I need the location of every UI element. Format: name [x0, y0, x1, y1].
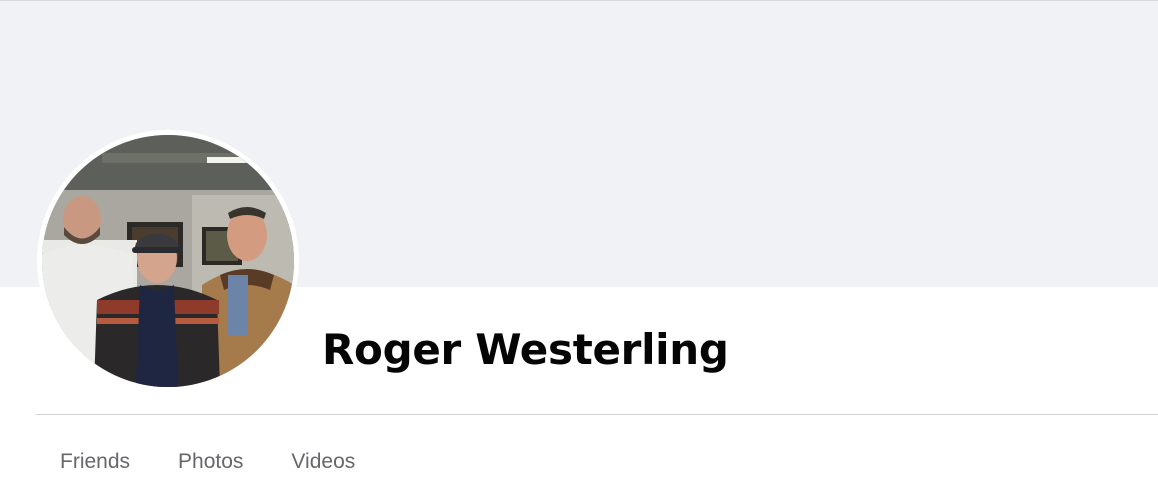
profile-name: Roger Westerling — [322, 325, 729, 374]
profile-tabs: Friends Photos Videos — [36, 442, 379, 482]
tab-videos[interactable]: Videos — [267, 444, 379, 480]
profile-picture[interactable] — [37, 130, 299, 392]
tab-friends[interactable]: Friends — [36, 444, 154, 480]
tab-photos[interactable]: Photos — [154, 444, 267, 480]
profile-page: Roger Westerling Friends Photos Videos — [0, 0, 1158, 490]
section-divider — [36, 414, 1158, 415]
profile-photo-image — [42, 135, 294, 387]
